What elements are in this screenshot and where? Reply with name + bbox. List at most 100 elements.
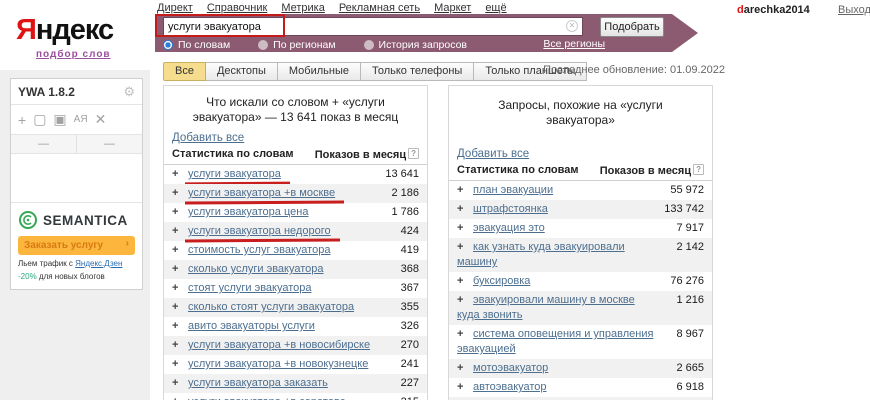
search-input[interactable]	[163, 17, 583, 36]
add-keyword-icon[interactable]: +	[457, 240, 463, 255]
right-keyword-rows: +план эвакуации55 972+штрафстоянка133 74…	[449, 181, 712, 400]
shows-count: 368	[401, 262, 419, 277]
add-keyword-icon[interactable]: +	[172, 300, 178, 315]
add-keyword-icon[interactable]: +	[457, 274, 463, 289]
shows-count: 270	[401, 338, 419, 353]
keyword-link[interactable]: мотоэвакуатор	[473, 362, 548, 374]
semantica-tagline: Льем трафик с Яндекс.Дзен	[18, 259, 135, 268]
keyword-link[interactable]: система оповещения и управления эвакуаци…	[457, 328, 653, 355]
table-row: + услуги эвакуатора цена 1 786	[164, 203, 427, 222]
all-regions-link[interactable]: Все регионы	[530, 38, 605, 50]
add-keyword-icon[interactable]: +	[172, 338, 178, 353]
add-keyword-icon[interactable]: +	[172, 167, 178, 182]
add-keyword-icon[interactable]: +	[457, 361, 463, 376]
keyword-link[interactable]: эвакуировали машину в москве куда звонит…	[457, 294, 635, 321]
copy-list-icon[interactable]: ▣	[53, 111, 66, 128]
search-banner: ✕ Подобрать Все регионы По словам По реги…	[155, 14, 672, 52]
add-keyword-icon[interactable]: +	[172, 262, 178, 277]
help-icon[interactable]: ?	[408, 148, 419, 159]
nav-link-1[interactable]: Справочник	[207, 2, 268, 14]
searched-with-word-panel: Что искали со словом + «услуги эвакуатор…	[163, 85, 428, 400]
table-row: +сколько стоят услуги эвакуатора355	[164, 298, 427, 317]
keyword-link[interactable]: эвакуация это	[473, 222, 545, 234]
add-keyword-icon[interactable]: +	[172, 205, 178, 220]
help-icon[interactable]: ?	[693, 164, 704, 175]
keyword-link[interactable]: штрафстоянка	[473, 203, 548, 215]
table-row: +услуги эвакуатора заказать227	[164, 374, 427, 393]
close-icon[interactable]: ✕	[95, 111, 107, 128]
add-keyword-icon[interactable]: +	[457, 183, 463, 198]
mode-radio-2[interactable]: История запросов	[364, 39, 467, 51]
shows-count: 2 186	[391, 186, 419, 201]
ywa-extension-widget: YWA 1.8.2 ⚙ +▢▣АЯ✕ —— SEMANTICA Заказать…	[10, 78, 143, 290]
table-row: +мотоэвакуатор2 665	[449, 359, 712, 378]
mode-radio-0[interactable]: По словам	[163, 39, 230, 51]
logout-link[interactable]: Выход	[838, 4, 870, 16]
tab-0[interactable]: Все	[163, 62, 206, 81]
clear-input-icon[interactable]: ✕	[566, 20, 578, 32]
add-keyword-icon[interactable]: +	[172, 376, 178, 391]
keyword-link[interactable]: стоимость услуг эвакуатора	[188, 244, 330, 256]
add-keyword-icon[interactable]: +	[172, 319, 178, 334]
yandex-logo[interactable]: Яндекс	[16, 14, 113, 47]
add-keyword-icon[interactable]: +	[172, 243, 178, 258]
add-keyword-icon[interactable]: +	[457, 327, 463, 342]
add-all-link[interactable]: Добавить все	[172, 132, 244, 144]
table-row: +авито эвакуаторы услуги326	[164, 317, 427, 336]
submit-button[interactable]: Подобрать	[600, 17, 664, 37]
add-keyword-icon[interactable]: +	[457, 221, 463, 236]
nav-link-4[interactable]: Маркет	[434, 2, 471, 14]
keyword-link[interactable]: услуги эвакуатора +в саратове	[188, 396, 346, 400]
gear-icon[interactable]: ⚙	[123, 84, 135, 100]
copy-icon[interactable]: ▢	[33, 111, 46, 128]
add-keyword-icon[interactable]: +	[172, 395, 178, 400]
keyword-link[interactable]: как узнать куда эвакуировали машину	[457, 241, 625, 268]
keyword-link[interactable]: услуги эвакуатора цена	[188, 206, 308, 218]
ywa-toolbar: + ▢ ▣ АЯ ✕	[11, 105, 142, 135]
mode-radio-1[interactable]: По регионам	[258, 39, 335, 51]
add-icon[interactable]: +	[18, 112, 26, 128]
keyword-link[interactable]: услуги эвакуатора +в новосибирске	[188, 339, 370, 351]
add-keyword-icon[interactable]: +	[457, 202, 463, 217]
keyword-link[interactable]: услуги эвакуатора заказать	[188, 377, 328, 389]
nav-link-5[interactable]: ещё	[485, 2, 506, 14]
table-row: +система оповещения и управления эвакуац…	[449, 325, 712, 359]
order-service-button[interactable]: Заказать услугу›	[18, 236, 135, 255]
add-keyword-icon[interactable]: +	[172, 357, 178, 372]
add-keyword-icon[interactable]: +	[457, 293, 463, 308]
keyword-link[interactable]: авито эвакуаторы услуги	[188, 320, 315, 332]
shows-count: 7 917	[676, 221, 704, 236]
ywa-counters: ——	[11, 135, 142, 154]
shows-count: 1 786	[391, 205, 419, 220]
shows-count: 76 276	[670, 274, 704, 289]
radio-icon[interactable]	[258, 40, 268, 50]
keyword-link[interactable]: план эвакуации	[473, 184, 553, 196]
tab-2[interactable]: Мобильные	[278, 62, 361, 81]
keyword-link[interactable]: сколько услуги эвакуатора	[188, 263, 324, 275]
add-keyword-icon[interactable]: +	[172, 186, 178, 201]
keyword-link[interactable]: буксировка	[473, 275, 530, 287]
radio-selected-icon[interactable]	[163, 40, 173, 50]
zen-link[interactable]: Яндекс.Дзен	[75, 259, 122, 268]
add-keyword-icon[interactable]: +	[457, 380, 463, 395]
tab-1[interactable]: Десктопы	[206, 62, 278, 81]
keyword-link[interactable]: услуги эвакуатора +в новокузнецке	[188, 358, 368, 370]
keyword-link[interactable]: автоэвакуатор	[473, 381, 547, 393]
radio-icon[interactable]	[364, 40, 374, 50]
wordstat-home-link[interactable]: подбор слов	[36, 49, 111, 60]
add-all-link[interactable]: Добавить все	[457, 148, 529, 160]
add-keyword-icon[interactable]: +	[172, 224, 178, 239]
nav-link-3[interactable]: Рекламная сеть	[339, 2, 420, 14]
keyword-link[interactable]: стоят услуги эвакуатора	[188, 282, 312, 294]
add-keyword-icon[interactable]: +	[172, 281, 178, 296]
keyword-link[interactable]: услуги эвакуатора +в москве	[188, 187, 335, 199]
keyword-link[interactable]: услуги эвакуатора	[188, 168, 281, 180]
counter-cell-1: —	[77, 135, 142, 153]
keyword-link[interactable]: услуги эвакуатора недорого	[188, 225, 331, 237]
tab-3[interactable]: Только телефоны	[361, 62, 474, 81]
username[interactable]: darechka2014	[737, 4, 810, 16]
alphabet-sort-icon[interactable]: АЯ	[74, 114, 88, 125]
nav-link-0[interactable]: Директ	[157, 2, 193, 14]
nav-link-2[interactable]: Метрика	[281, 2, 325, 14]
keyword-link[interactable]: сколько стоят услуги эвакуатора	[188, 301, 354, 313]
